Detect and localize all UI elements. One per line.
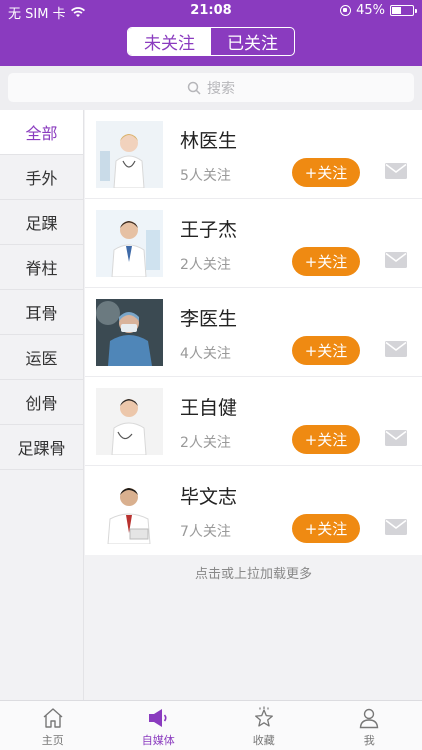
sidebar-item-foot-ankle[interactable]: 足踝骨 [0,425,83,470]
tab-unfollowed[interactable]: 未关注 [128,28,211,55]
tab-label: 收藏 [252,734,275,747]
message-icon[interactable] [385,341,407,357]
megaphone-icon [149,709,167,727]
tab-bar: 主页 自媒体 收藏 我 [0,700,422,750]
header: 无 SIM 卡 21:08 45% 未关注 已关注 [0,0,422,66]
follow-button[interactable]: +关注 [292,158,360,187]
sidebar-item-spine[interactable]: 脊柱 [0,245,83,290]
sidebar-item-trauma[interactable]: 创骨 [0,380,83,425]
message-icon[interactable] [385,252,407,268]
doctor-row[interactable]: 毕文志 7人关注 +关注 [85,466,422,555]
follower-count: 2人关注 [180,435,231,451]
search-input[interactable]: 搜索 [8,73,414,102]
sidebar-item-ear-bone[interactable]: 耳骨 [0,290,83,335]
search-bar: 搜索 [0,66,422,110]
tab-media[interactable]: 自媒体 [106,701,212,750]
follower-count: 4人关注 [180,346,231,362]
doctor-row[interactable]: 李医生 4人关注 +关注 [85,288,422,377]
follower-count: 7人关注 [180,524,231,540]
doctor-row[interactable]: 王子杰 2人关注 +关注 [85,199,422,288]
tab-home[interactable]: 主页 [0,701,106,750]
load-more-link[interactable]: 点击或上拉加载更多 [85,563,422,582]
user-icon [360,708,379,729]
battery-icon [390,5,417,16]
doctor-avatar [96,477,163,544]
tab-followed[interactable]: 已关注 [211,28,294,55]
follow-button[interactable]: +关注 [292,336,360,365]
search-placeholder: 搜索 [207,80,235,97]
doctor-avatar [96,210,163,277]
doctor-avatar [96,388,163,455]
sidebar-item-ankle[interactable]: 足踝 [0,200,83,245]
sidebar-item-all[interactable]: 全部 [0,110,83,155]
follower-count: 5人关注 [180,168,231,184]
status-bar: 无 SIM 卡 21:08 45% [0,0,422,22]
sidebar-item-sports-medicine[interactable]: 运医 [0,335,83,380]
sidebar-item-hand[interactable]: 手外 [0,155,83,200]
category-sidebar: 全部 手外 足踝 脊柱 耳骨 运医 创骨 足踝骨 [0,110,84,700]
doctor-row[interactable]: 王自健 2人关注 +关注 [85,377,422,466]
tab-label: 我 [363,734,375,747]
search-icon [187,81,201,95]
message-icon[interactable] [385,430,407,446]
doctor-name: 李医生 [180,308,238,330]
follow-button[interactable]: +关注 [292,425,360,454]
doctor-name: 王子杰 [180,219,238,241]
tab-label: 主页 [41,734,64,747]
follow-segment-control: 未关注 已关注 [127,27,295,56]
follow-button[interactable]: +关注 [292,514,360,543]
tab-me[interactable]: 我 [317,701,422,750]
star-icon [254,706,273,727]
tab-label: 自媒体 [141,734,175,747]
orientation-lock-icon [340,5,352,16]
battery-percent: 45% [356,3,385,18]
tab-favorites[interactable]: 收藏 [211,701,317,750]
doctor-name: 王自健 [180,397,238,419]
follow-button[interactable]: +关注 [292,247,360,276]
doctor-avatar [96,121,163,188]
message-icon[interactable] [385,519,407,535]
doctor-row[interactable]: 林医生 5人关注 +关注 [85,110,422,199]
doctor-name: 毕文志 [180,486,238,508]
message-icon[interactable] [385,163,407,179]
follower-count: 2人关注 [180,257,231,273]
doctor-avatar [96,299,163,366]
doctor-name: 林医生 [180,130,238,152]
doctor-list: 林医生 5人关注 +关注 王子杰 2人关注 +关注 李医生 4人关注 +关注 王… [85,110,422,555]
home-icon [43,708,63,728]
